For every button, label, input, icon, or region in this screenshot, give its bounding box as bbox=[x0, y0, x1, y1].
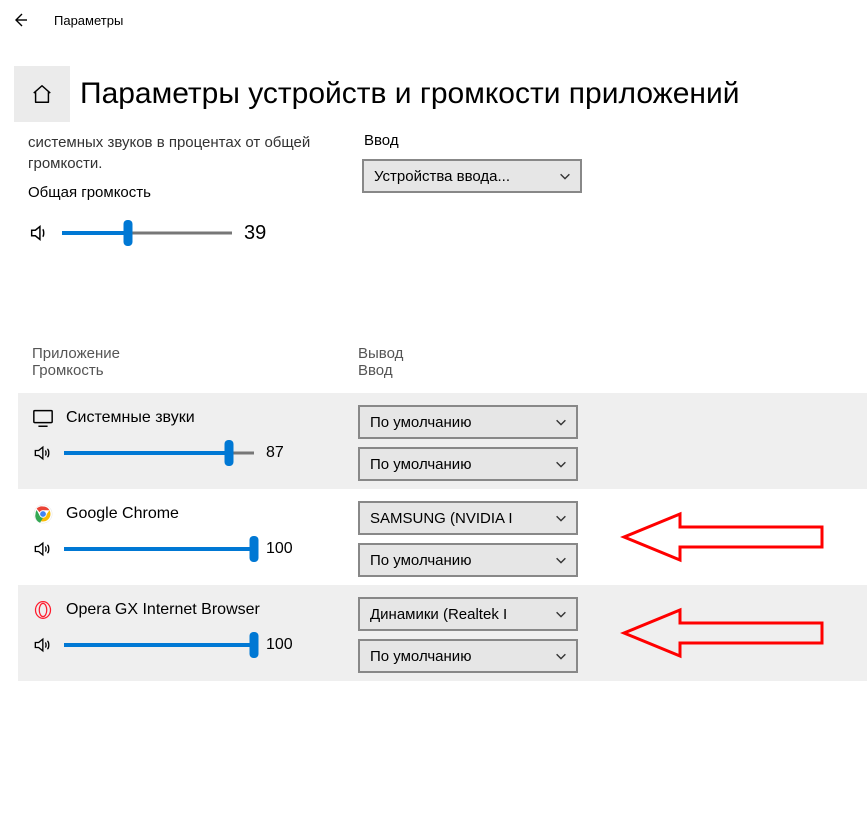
list-header: Приложение Громкость Вывод Ввод bbox=[18, 345, 867, 393]
speaker-icon[interactable] bbox=[32, 443, 52, 463]
dropdown-value: По умолчанию bbox=[370, 648, 471, 665]
master-volume-value: 39 bbox=[244, 222, 276, 245]
app-input-dropdown[interactable]: По умолчанию bbox=[358, 639, 578, 673]
app-volume-value: 100 bbox=[266, 636, 298, 654]
header-output: Вывод bbox=[358, 345, 403, 362]
app-volume-slider[interactable] bbox=[64, 537, 254, 561]
app-volume-value: 100 bbox=[266, 540, 298, 558]
input-device-dropdown[interactable]: Устройства ввода... bbox=[362, 159, 582, 193]
page-title: Параметры устройств и громкости приложен… bbox=[80, 77, 740, 111]
window-title: Параметры bbox=[54, 13, 123, 28]
annotation-arrow-icon bbox=[618, 606, 828, 660]
chevron-down-icon bbox=[558, 169, 572, 183]
speaker-icon[interactable] bbox=[32, 635, 52, 655]
home-button[interactable] bbox=[14, 66, 70, 122]
app-output-dropdown[interactable]: По умолчанию bbox=[358, 405, 578, 439]
back-button[interactable] bbox=[12, 12, 28, 28]
header-volume: Громкость bbox=[32, 362, 358, 379]
chevron-down-icon bbox=[554, 649, 568, 663]
dropdown-value: По умолчанию bbox=[370, 456, 471, 473]
app-row: Системные звуки 87 По умолчанию По умолчани… bbox=[18, 393, 867, 489]
master-volume-slider[interactable] bbox=[62, 221, 232, 245]
dropdown-value: Динамики (Realtek I bbox=[370, 606, 507, 623]
annotation-arrow-icon bbox=[618, 510, 828, 564]
app-output-dropdown[interactable]: Динамики (Realtek I bbox=[358, 597, 578, 631]
dropdown-value: SAMSUNG (NVIDIA I bbox=[370, 510, 513, 527]
app-input-dropdown[interactable]: По умолчанию bbox=[358, 543, 578, 577]
app-volume-slider[interactable] bbox=[64, 441, 254, 465]
arrow-left-icon bbox=[12, 12, 28, 28]
app-name: Google Chrome bbox=[66, 505, 179, 523]
input-section-label: Ввод bbox=[364, 132, 592, 149]
app-name: Opera GX Internet Browser bbox=[66, 601, 260, 619]
app-row: Opera GX Internet Browser 100 Динамики (Re… bbox=[18, 585, 867, 681]
app-name: Системные звуки bbox=[66, 409, 195, 427]
header-input: Ввод bbox=[358, 362, 403, 379]
app-volume-slider[interactable] bbox=[64, 633, 254, 657]
master-volume-label: Общая громкость bbox=[28, 184, 338, 201]
chevron-down-icon bbox=[554, 553, 568, 567]
speaker-icon[interactable] bbox=[32, 539, 52, 559]
chevron-down-icon bbox=[554, 607, 568, 621]
description-text: системных звуков в процентах от общей гр… bbox=[28, 132, 338, 174]
chevron-down-icon bbox=[554, 457, 568, 471]
dropdown-value: Устройства ввода... bbox=[374, 168, 510, 185]
opera-icon bbox=[32, 599, 54, 621]
speaker-icon[interactable] bbox=[28, 222, 50, 244]
chevron-down-icon bbox=[554, 415, 568, 429]
app-output-dropdown[interactable]: SAMSUNG (NVIDIA I bbox=[358, 501, 578, 535]
app-input-dropdown[interactable]: По умолчанию bbox=[358, 447, 578, 481]
dropdown-value: По умолчанию bbox=[370, 414, 471, 431]
app-row: Google Chrome 100 SAMSUNG (NVIDIA I По умол… bbox=[18, 489, 867, 585]
dropdown-value: По умолчанию bbox=[370, 552, 471, 569]
monitor-icon bbox=[32, 407, 54, 429]
home-icon bbox=[31, 83, 53, 105]
chevron-down-icon bbox=[554, 511, 568, 525]
app-volume-value: 87 bbox=[266, 444, 298, 462]
header-app: Приложение bbox=[32, 345, 358, 362]
chrome-icon bbox=[32, 503, 54, 525]
